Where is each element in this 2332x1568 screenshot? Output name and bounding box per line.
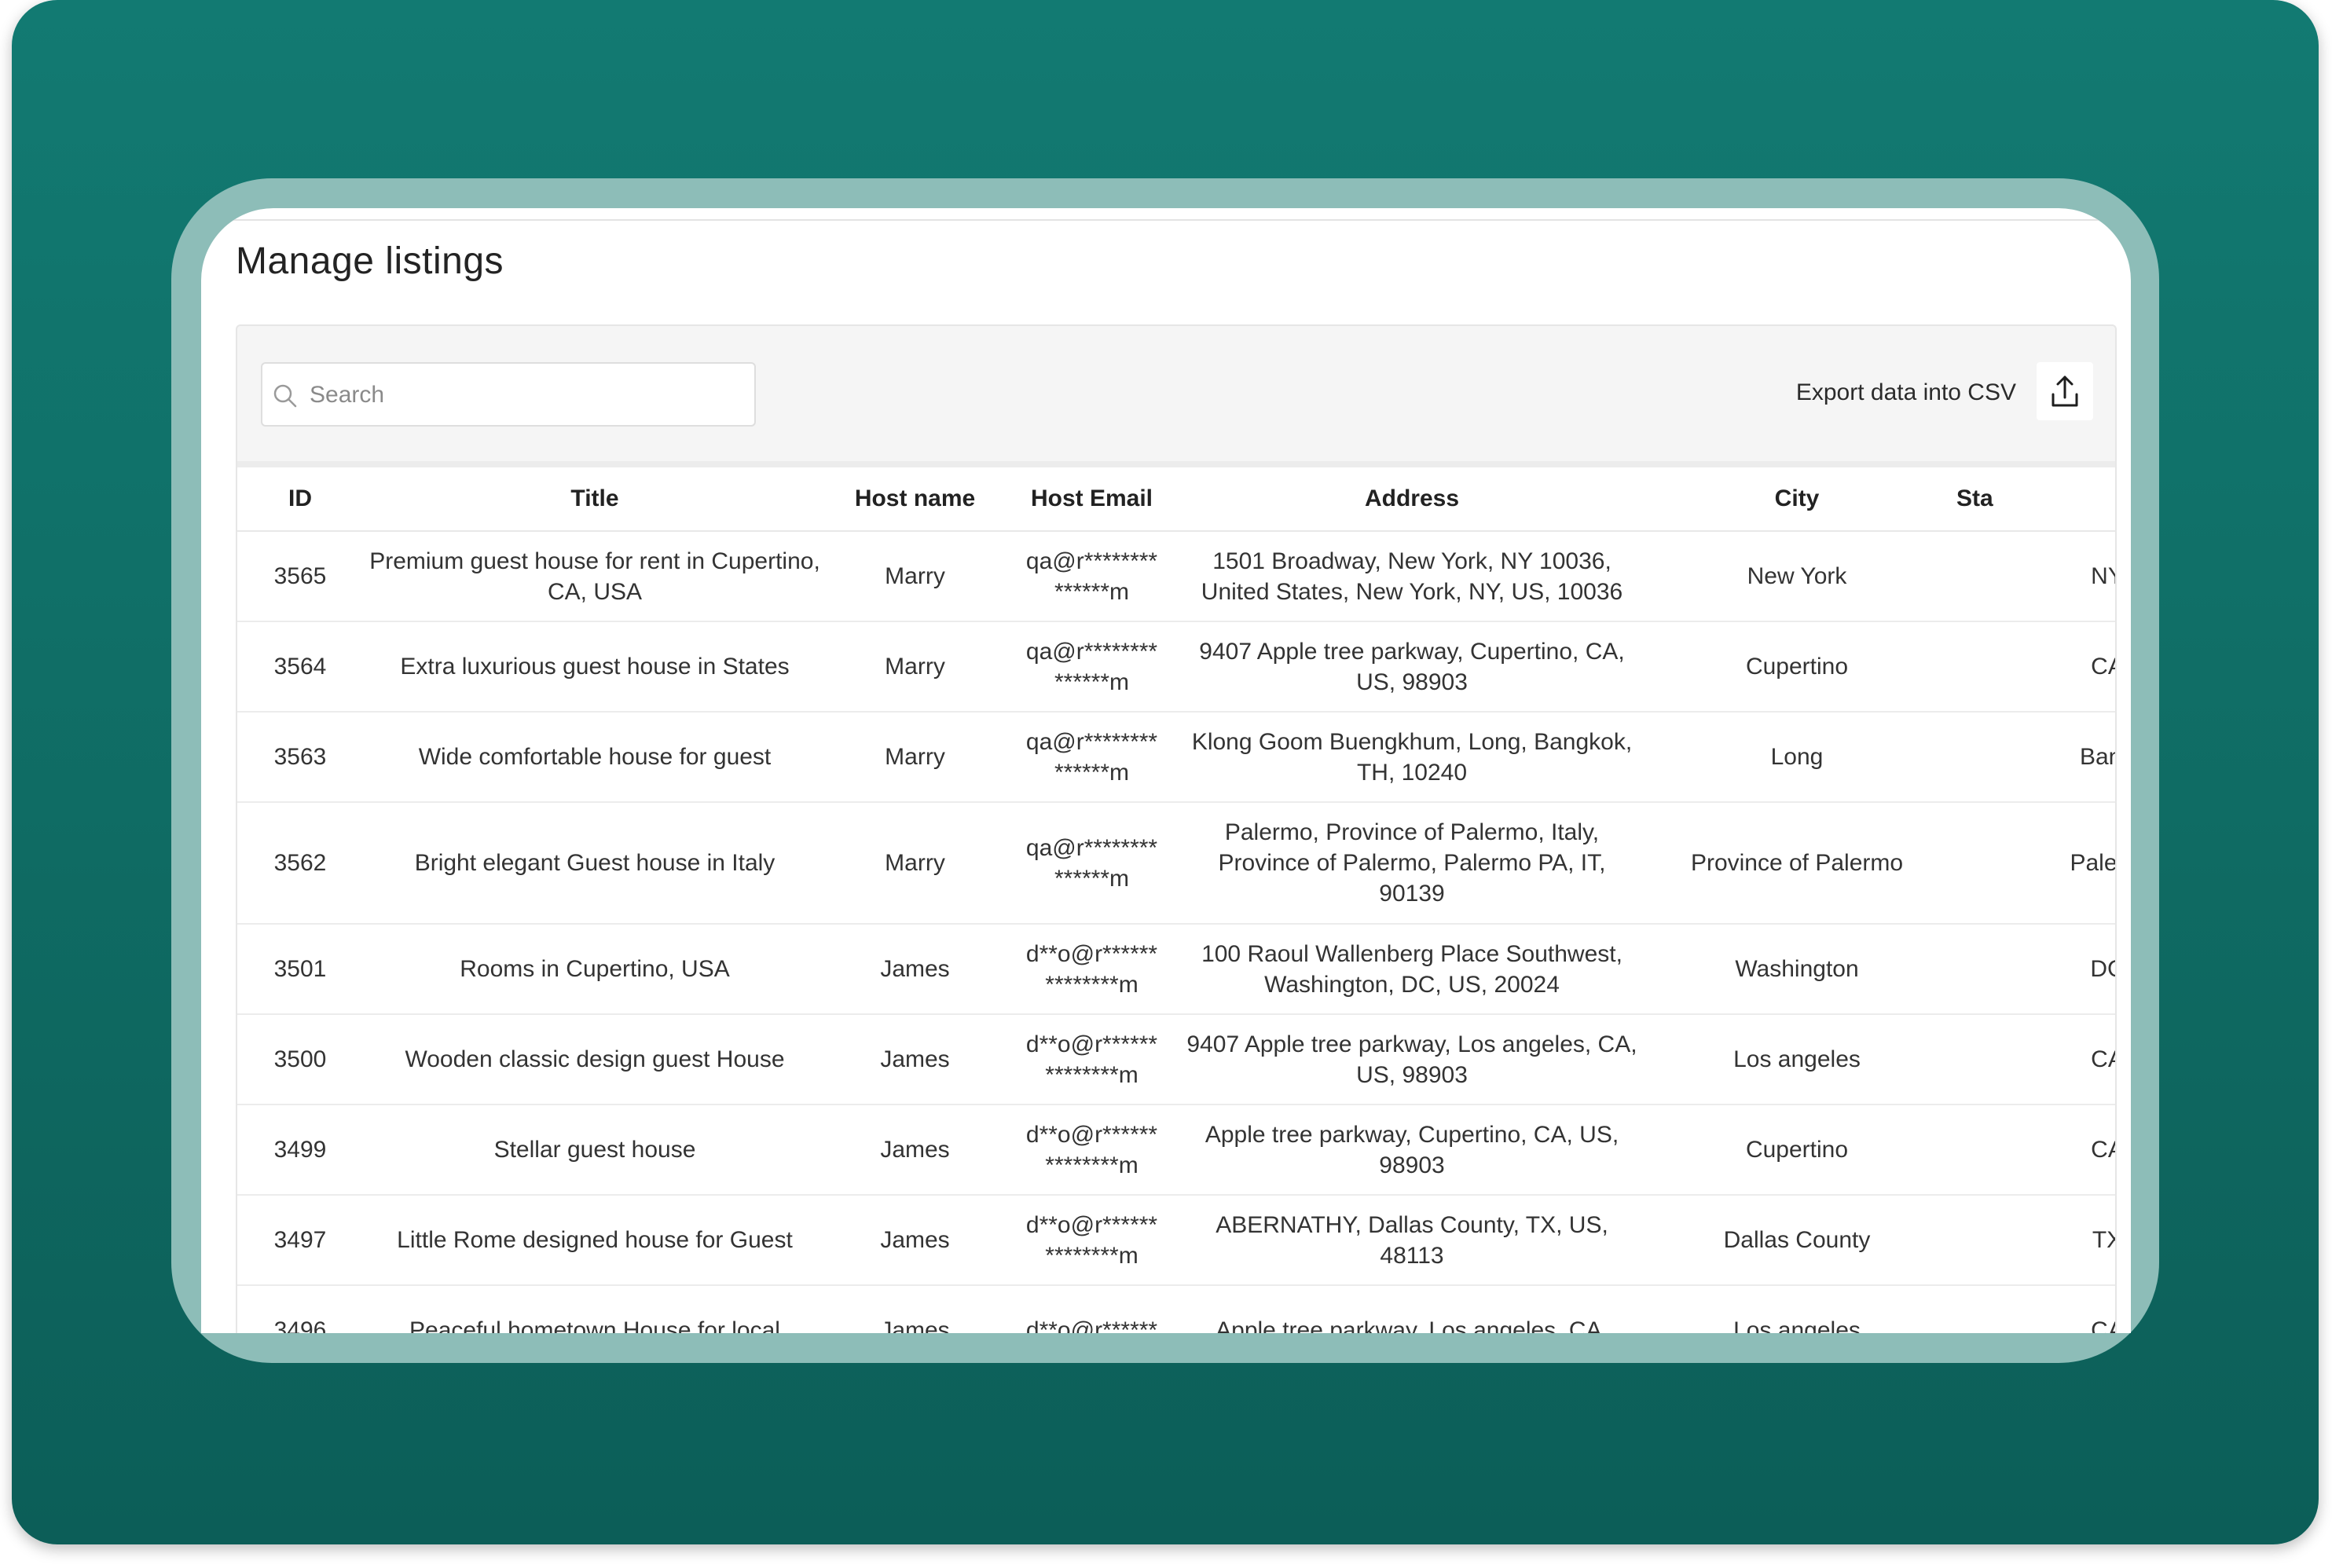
table-row[interactable]: 3497 Little Rome designed house for Gues… bbox=[237, 1195, 2115, 1286]
cell-host-email: qa@r******** ******m bbox=[1003, 621, 1180, 713]
cell-city: Cupertino bbox=[1644, 1105, 1950, 1196]
cell-id: 3496 bbox=[237, 1285, 363, 1333]
cell-state: CA bbox=[1950, 1014, 2115, 1105]
cell-id: 3499 bbox=[237, 1105, 363, 1196]
manage-listings-panel: Manage listings Export data into CSV bbox=[201, 208, 2131, 1333]
cell-id: 3562 bbox=[237, 802, 363, 925]
table-row[interactable]: 3500 Wooden classic design guest House J… bbox=[237, 1014, 2115, 1105]
cell-state: CA bbox=[1950, 1285, 2115, 1333]
cell-id: 3497 bbox=[237, 1195, 363, 1286]
cell-title: Extra luxurious guest house in States bbox=[363, 621, 827, 713]
cell-host-name: James bbox=[827, 924, 1003, 1015]
column-header-id[interactable]: ID bbox=[237, 467, 363, 532]
table-row[interactable]: 3562 Bright elegant Guest house in Italy… bbox=[237, 802, 2115, 925]
cell-host-name: James bbox=[827, 1195, 1003, 1286]
search-icon bbox=[273, 384, 297, 408]
listings-table-scroll[interactable]: ID Title Host name Host Email Address Ci… bbox=[237, 461, 2115, 1333]
cell-host-email: qa@r******** ******m bbox=[1003, 802, 1180, 925]
cell-host-email: d**o@r****** ********m bbox=[1003, 1014, 1180, 1105]
cell-host-name: James bbox=[827, 1014, 1003, 1105]
cell-host-name: James bbox=[827, 1105, 1003, 1196]
cell-city: Dallas County bbox=[1644, 1195, 1950, 1286]
cell-id: 3500 bbox=[237, 1014, 363, 1105]
cell-state: CA bbox=[1950, 621, 2115, 713]
cell-host-email: d**o@r****** ********m bbox=[1003, 1195, 1180, 1286]
cell-id: 3565 bbox=[237, 531, 363, 622]
cell-title: Little Rome designed house for Guest bbox=[363, 1195, 827, 1286]
column-header-address[interactable]: Address bbox=[1180, 467, 1644, 532]
cell-state: Palerm bbox=[1950, 802, 2115, 925]
cell-state: CA bbox=[1950, 1105, 2115, 1196]
page-title: Manage listings bbox=[236, 240, 504, 282]
cell-id: 3501 bbox=[237, 924, 363, 1015]
upload-icon bbox=[2052, 376, 2078, 407]
cell-host-email: d**o@r****** ********m bbox=[1003, 1105, 1180, 1196]
cell-address: Apple tree parkway, Los angeles, CA, bbox=[1180, 1285, 1644, 1333]
cell-city: Los angeles bbox=[1644, 1014, 1950, 1105]
export-csv-label[interactable]: Export data into CSV bbox=[1796, 379, 2016, 406]
cell-host-name: Marry bbox=[827, 531, 1003, 622]
cell-title: Bright elegant Guest house in Italy bbox=[363, 802, 827, 925]
cell-host-email: d**o@r****** ********m bbox=[1003, 924, 1180, 1015]
cell-host-email: qa@r******** ******m bbox=[1003, 531, 1180, 622]
cell-state: TX bbox=[1950, 1195, 2115, 1286]
cell-city: Province of Palermo bbox=[1644, 802, 1950, 925]
table-row[interactable]: 3501 Rooms in Cupertino, USA James d**o@… bbox=[237, 924, 2115, 1015]
column-header-host-name[interactable]: Host name bbox=[827, 467, 1003, 532]
cell-address: 9407 Apple tree parkway, Los angeles, CA… bbox=[1180, 1014, 1644, 1105]
column-header-state[interactable]: Sta bbox=[1950, 467, 2115, 532]
cell-city: Cupertino bbox=[1644, 621, 1950, 713]
cell-address: 9407 Apple tree parkway, Cupertino, CA, … bbox=[1180, 621, 1644, 713]
cell-city: Los angeles bbox=[1644, 1285, 1950, 1333]
listings-table: ID Title Host name Host Email Address Ci… bbox=[237, 467, 2115, 1333]
table-row[interactable]: 3564 Extra luxurious guest house in Stat… bbox=[237, 621, 2115, 713]
cell-address: Klong Goom Buengkhum, Long, Bangkok, TH,… bbox=[1180, 712, 1644, 803]
cell-address: 100 Raoul Wallenberg Place Southwest, Wa… bbox=[1180, 924, 1644, 1015]
cell-city: Washington bbox=[1644, 924, 1950, 1015]
search-input[interactable] bbox=[308, 364, 735, 427]
cell-city: Long bbox=[1644, 712, 1950, 803]
cell-title: Peaceful hometown House for local bbox=[363, 1285, 827, 1333]
table-row[interactable]: 3496 Peaceful hometown House for local J… bbox=[237, 1285, 2115, 1333]
cell-host-name: Marry bbox=[827, 712, 1003, 803]
table-row[interactable]: 3563 Wide comfortable house for guest Ma… bbox=[237, 712, 2115, 803]
panel-divider bbox=[225, 219, 2107, 221]
cell-address: Apple tree parkway, Cupertino, CA, US, 9… bbox=[1180, 1105, 1644, 1196]
table-row[interactable]: 3565 Premium guest house for rent in Cup… bbox=[237, 531, 2115, 622]
listings-table-card: Export data into CSV ID Title bbox=[236, 324, 2117, 1333]
cell-host-name: Marry bbox=[827, 802, 1003, 925]
cell-id: 3563 bbox=[237, 712, 363, 803]
cell-title: Stellar guest house bbox=[363, 1105, 827, 1196]
cell-host-email: d**o@r****** bbox=[1003, 1285, 1180, 1333]
search-field[interactable] bbox=[261, 362, 756, 427]
cell-state: NY bbox=[1950, 531, 2115, 622]
cell-host-name: James bbox=[827, 1285, 1003, 1333]
cell-title: Rooms in Cupertino, USA bbox=[363, 924, 827, 1015]
export-csv-button[interactable] bbox=[2037, 362, 2093, 420]
table-toolbar: Export data into CSV bbox=[237, 326, 2115, 466]
cell-id: 3564 bbox=[237, 621, 363, 713]
cell-state: Bang bbox=[1950, 712, 2115, 803]
cell-city: New York bbox=[1644, 531, 1950, 622]
cell-title: Wide comfortable house for guest bbox=[363, 712, 827, 803]
column-header-city[interactable]: City bbox=[1644, 467, 1950, 532]
cell-host-name: Marry bbox=[827, 621, 1003, 713]
cell-host-email: qa@r******** ******m bbox=[1003, 712, 1180, 803]
table-row[interactable]: 3499 Stellar guest house James d**o@r***… bbox=[237, 1105, 2115, 1196]
column-header-host-email[interactable]: Host Email bbox=[1003, 467, 1180, 532]
cell-address: ABERNATHY, Dallas County, TX, US, 48113 bbox=[1180, 1195, 1644, 1286]
cell-title: Premium guest house for rent in Cupertin… bbox=[363, 531, 827, 622]
cell-state: DC bbox=[1950, 924, 2115, 1015]
cell-title: Wooden classic design guest House bbox=[363, 1014, 827, 1105]
column-header-title[interactable]: Title bbox=[363, 467, 827, 532]
table-header-row: ID Title Host name Host Email Address Ci… bbox=[237, 467, 2115, 532]
cell-address: Palermo, Province of Palermo, Italy, Pro… bbox=[1180, 802, 1644, 925]
cell-address: 1501 Broadway, New York, NY 10036, Unite… bbox=[1180, 531, 1644, 622]
